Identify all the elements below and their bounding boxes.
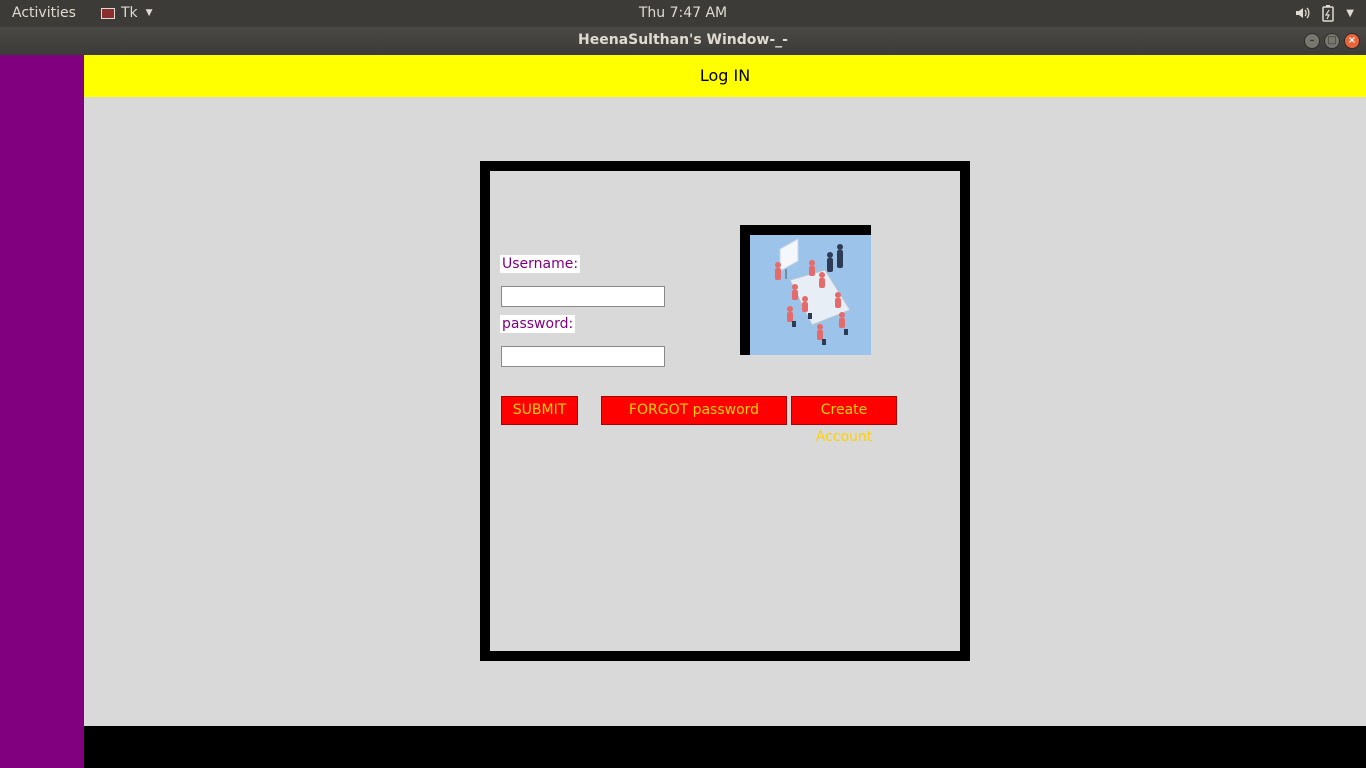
window-controls: – □ × xyxy=(1304,33,1360,49)
chevron-down-icon: ▼ xyxy=(145,8,153,18)
team-meeting-illustration xyxy=(750,235,871,355)
left-sidebar xyxy=(0,55,84,768)
create-account-button[interactable]: Create Account xyxy=(791,396,897,445)
close-icon[interactable]: × xyxy=(1344,33,1360,49)
battery-icon[interactable] xyxy=(1320,4,1336,22)
app-icon xyxy=(101,7,115,19)
footer-bar xyxy=(84,726,1366,768)
clock[interactable]: Thu 7:47 AM xyxy=(639,5,727,21)
password-input[interactable] xyxy=(501,346,665,367)
system-tray[interactable]: ▼ xyxy=(1294,4,1354,22)
username-input[interactable] xyxy=(501,286,665,307)
window-title-bar[interactable]: HeenaSulthan's Window-_- – □ × xyxy=(0,27,1366,55)
forgot-password-button[interactable]: FORGOT password xyxy=(601,396,787,425)
app-menu-label: Tk xyxy=(121,5,138,21)
maximize-icon[interactable]: □ xyxy=(1324,33,1340,49)
app-menu[interactable]: Tk ▼ xyxy=(101,5,153,21)
submit-button[interactable]: SUBMIT xyxy=(501,396,578,425)
window-title: HeenaSulthan's Window-_- xyxy=(578,32,788,48)
volume-icon[interactable] xyxy=(1294,5,1310,21)
username-label: Username: xyxy=(500,255,581,273)
page-header: Log IN xyxy=(84,55,1366,97)
illustration-frame xyxy=(740,225,871,355)
password-label: password: xyxy=(500,315,576,333)
minimize-icon[interactable]: – xyxy=(1304,33,1320,49)
activities-button[interactable]: Activities xyxy=(12,5,76,21)
system-menu-chevron-down-icon[interactable]: ▼ xyxy=(1346,8,1354,19)
system-top-bar: Activities Tk ▼ Thu 7:47 AM ▼ xyxy=(0,0,1366,27)
page-title: Log IN xyxy=(699,66,751,85)
